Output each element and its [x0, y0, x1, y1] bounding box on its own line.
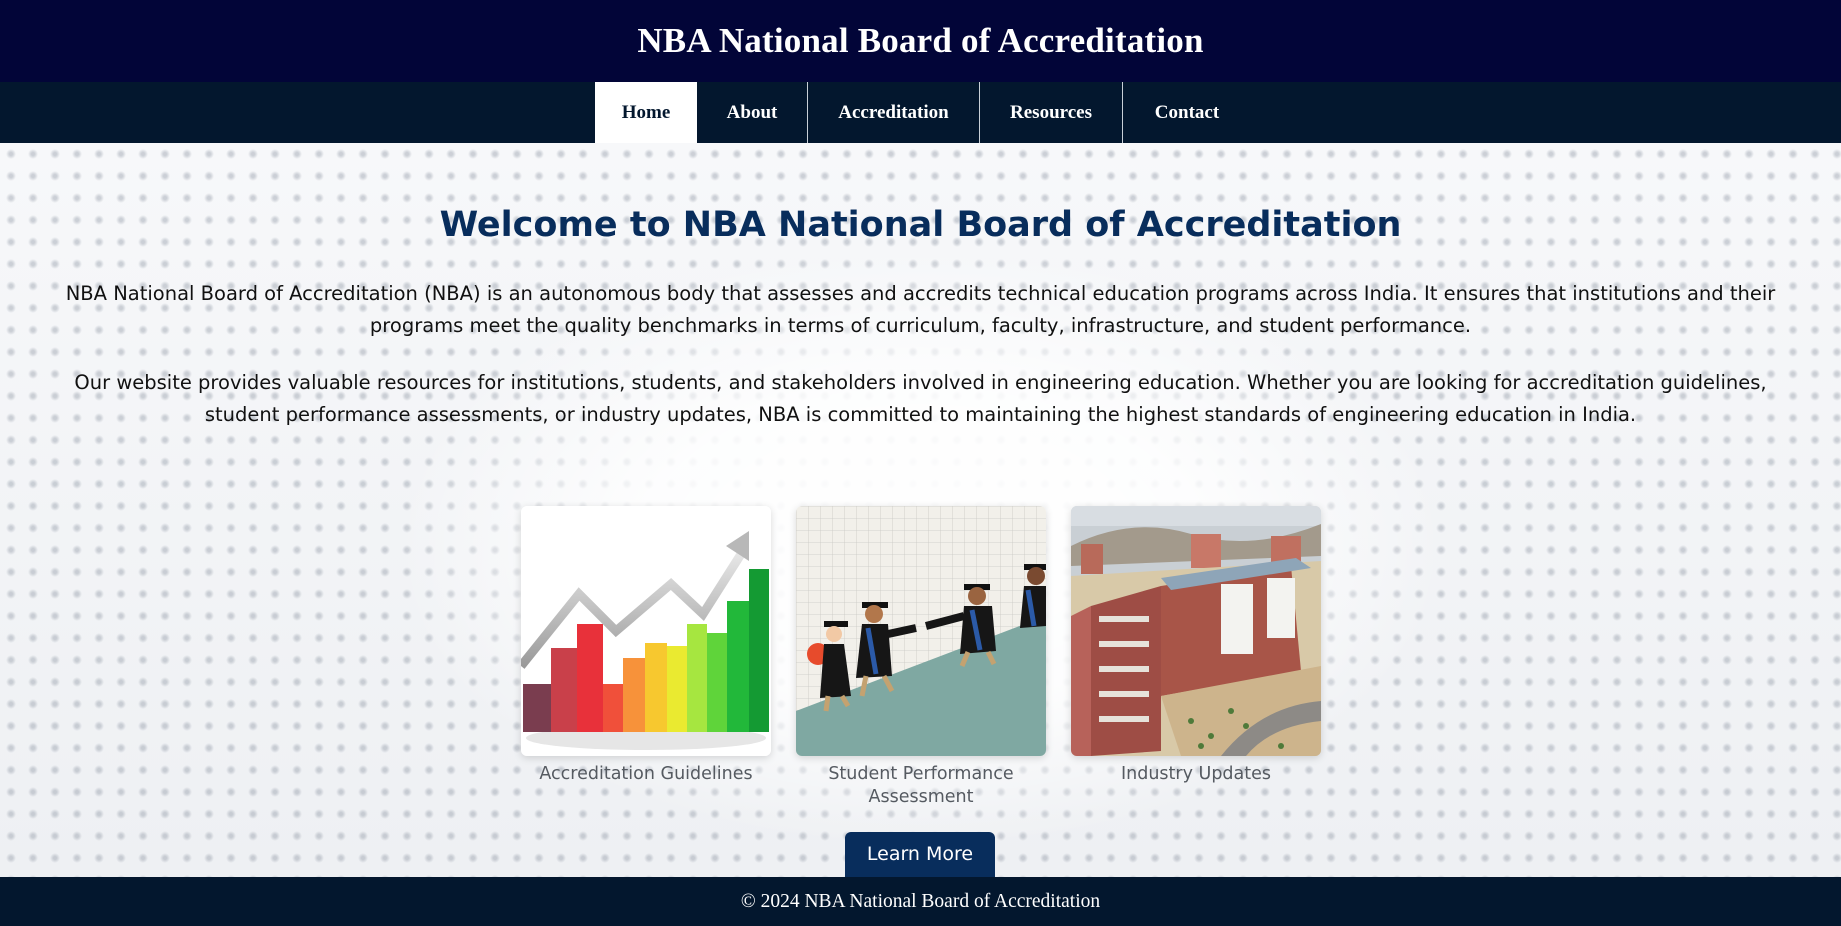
card-label: Industry Updates: [1120, 764, 1272, 784]
graduates-climbing-image: [796, 506, 1046, 756]
learn-more-button[interactable]: Learn More: [845, 832, 995, 877]
card-industry-updates[interactable]: Industry Updates: [1071, 506, 1321, 786]
campus-building-image: [1071, 506, 1321, 756]
card-label: Accreditation Guidelines: [539, 764, 753, 784]
nav-item-accreditation[interactable]: Accreditation: [808, 82, 980, 143]
copyright-text: © 2024 NBA National Board of Accreditati…: [740, 890, 1101, 912]
site-title: NBA National Board of Accreditation: [637, 21, 1204, 60]
bar-graph-growth-image: [521, 506, 771, 756]
card-accreditation-guidelines[interactable]: Accreditation Guidelines: [521, 506, 771, 786]
main-content: Welcome to NBA National Board of Accredi…: [0, 143, 1841, 877]
card-label: Student Performance Assessment: [828, 764, 1014, 807]
site-header: NBA National Board of Accreditation: [0, 0, 1841, 82]
nav-item-home[interactable]: Home: [595, 82, 697, 143]
nav-item-contact[interactable]: Contact: [1123, 82, 1251, 143]
nav-items: Home About Accreditation Resources Conta…: [595, 82, 1251, 143]
main-nav: Home About Accreditation Resources Conta…: [0, 82, 1841, 143]
welcome-title: Welcome to NBA National Board of Accredi…: [439, 205, 1402, 245]
intro-paragraph-2: Our website provides valuable resources …: [74, 371, 1767, 426]
nav-item-resources[interactable]: Resources: [980, 82, 1123, 143]
intro-paragraph-1: NBA National Board of Accreditation (NBA…: [65, 282, 1776, 337]
card-student-performance[interactable]: Student Performance Assessment: [796, 506, 1046, 809]
site-footer: © 2024 NBA National Board of Accreditati…: [0, 877, 1841, 926]
nav-item-about[interactable]: About: [697, 82, 808, 143]
